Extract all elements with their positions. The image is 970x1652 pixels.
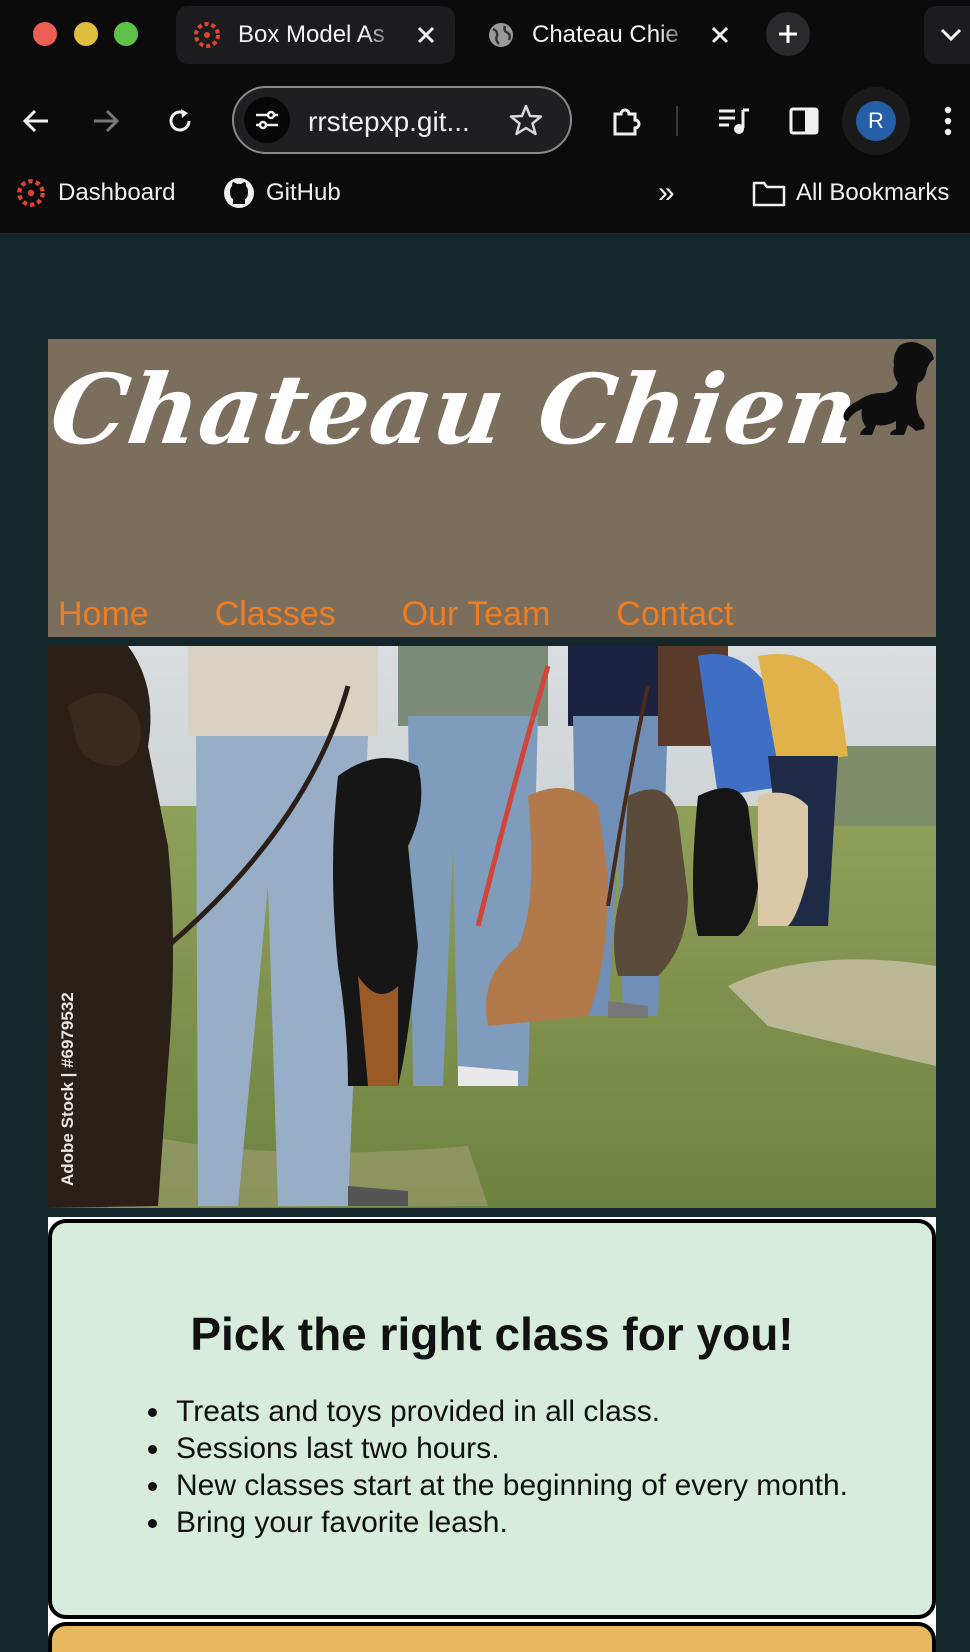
list-item: Bring your favorite leash. bbox=[147, 1504, 848, 1541]
classes-list: Treats and toys provided in all class. S… bbox=[147, 1393, 849, 1541]
minimize-window-button[interactable] bbox=[74, 22, 98, 46]
hero-image: Adobe Stock | #6979532 bbox=[48, 646, 936, 1208]
list-item: Treats and toys provided in all class. bbox=[147, 1393, 848, 1430]
forward-button[interactable] bbox=[84, 99, 128, 143]
list-item: Sessions last two hours. bbox=[147, 1430, 848, 1467]
nav-home-link[interactable]: Home bbox=[58, 595, 149, 634]
toolbar-divider bbox=[676, 106, 678, 136]
list-item: New classes start at the beginning of ev… bbox=[147, 1469, 849, 1502]
kebab-menu-icon bbox=[944, 106, 952, 136]
next-section-card bbox=[48, 1622, 936, 1652]
site-logo: Chateau Chien bbox=[44, 353, 866, 466]
back-button[interactable] bbox=[14, 99, 58, 143]
more-menu-button[interactable] bbox=[926, 99, 970, 143]
bookmark-star-icon[interactable] bbox=[506, 100, 546, 140]
page-viewport: Chateau Chien Home Classes Our Team Cont… bbox=[0, 235, 970, 1652]
address-bar[interactable]: rrstepxp.git... bbox=[232, 86, 572, 154]
close-tab-icon[interactable] bbox=[706, 21, 734, 49]
profile-button[interactable]: R bbox=[842, 87, 910, 155]
tab-chateau-chien[interactable]: Chateau Chie bbox=[470, 6, 742, 64]
globe-icon bbox=[484, 18, 518, 52]
site-header: Chateau Chien Home Classes Our Team Cont… bbox=[44, 339, 936, 637]
canvas-icon bbox=[190, 18, 224, 52]
plus-icon bbox=[779, 25, 797, 43]
close-window-button[interactable] bbox=[33, 22, 57, 46]
tab-strip: Box Model As Chateau Chie bbox=[0, 0, 970, 78]
zoom-window-button[interactable] bbox=[114, 22, 138, 46]
music-queue-icon bbox=[719, 108, 749, 134]
new-tab-button[interactable] bbox=[766, 12, 810, 56]
site-info-icon[interactable] bbox=[244, 97, 290, 143]
dog-silhouette-icon bbox=[843, 342, 934, 435]
close-tab-icon[interactable] bbox=[412, 21, 440, 49]
tab-search-button[interactable] bbox=[924, 6, 970, 64]
github-icon bbox=[222, 176, 256, 210]
bookmark-github[interactable]: GitHub bbox=[222, 164, 341, 222]
tab-title: Box Model As bbox=[238, 21, 385, 48]
image-watermark: Adobe Stock | #6979532 bbox=[58, 992, 77, 1186]
bookmarks-bar: Dashboard GitHub » All Bookmarks bbox=[0, 164, 970, 234]
url-text: rrstepxp.git... bbox=[308, 106, 470, 137]
all-bookmarks-label: All Bookmarks bbox=[796, 179, 950, 206]
tab-box-model[interactable]: Box Model As bbox=[176, 6, 455, 64]
side-panel-icon bbox=[789, 107, 819, 135]
reload-button[interactable] bbox=[158, 99, 202, 143]
canvas-icon bbox=[14, 176, 48, 210]
arrow-left-icon bbox=[22, 109, 48, 133]
bookmark-dashboard[interactable]: Dashboard bbox=[14, 164, 175, 222]
extensions-button[interactable] bbox=[604, 99, 648, 143]
classes-heading: Pick the right class for you! bbox=[190, 1308, 794, 1360]
reload-icon bbox=[169, 109, 191, 132]
tab-title: Chateau Chie bbox=[532, 21, 679, 48]
bookmarks-overflow-button[interactable]: » bbox=[658, 164, 675, 222]
all-bookmarks-button[interactable]: All Bookmarks bbox=[752, 164, 949, 222]
chevron-down-icon bbox=[940, 28, 962, 42]
nav-classes-link[interactable]: Classes bbox=[215, 595, 336, 634]
media-controls-button[interactable] bbox=[712, 99, 756, 143]
nav-contact-link[interactable]: Contact bbox=[616, 595, 733, 634]
folder-icon bbox=[752, 176, 786, 210]
browser-toolbar: rrstepxp.git... R bbox=[0, 78, 970, 164]
nav-our-team-link[interactable]: Our Team bbox=[402, 595, 551, 634]
double-chevron-icon: » bbox=[658, 176, 675, 209]
puzzle-icon bbox=[613, 108, 641, 136]
avatar: R bbox=[856, 101, 896, 141]
arrow-right-icon bbox=[94, 109, 120, 133]
bookmark-label: Dashboard bbox=[58, 179, 176, 206]
classes-info-card: Pick the right class for you! Treats and… bbox=[48, 1219, 936, 1619]
side-panel-button[interactable] bbox=[782, 99, 826, 143]
bookmark-label: GitHub bbox=[266, 179, 341, 206]
main-nav: Home Classes Our Team Contact bbox=[58, 595, 799, 634]
